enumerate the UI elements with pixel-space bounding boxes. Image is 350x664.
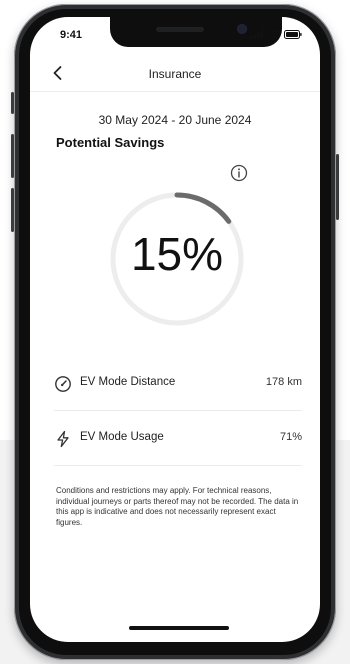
metric-row-ev-usage: EV Mode Usage 71% — [54, 422, 302, 456]
divider — [54, 410, 302, 411]
battery-icon — [284, 30, 302, 39]
section-title: Potential Savings — [56, 135, 165, 150]
metric-label: EV Mode Distance — [80, 376, 176, 388]
metric-value: 178 km — [265, 376, 302, 388]
page-title: Insurance — [148, 67, 202, 81]
wifi-icon — [268, 30, 280, 39]
home-indicator[interactable] — [129, 626, 229, 630]
disclaimer-text: Conditions and restrictions may apply. F… — [56, 486, 299, 527]
date-range: 30 May 2024 - 20 June 2024 — [98, 113, 252, 127]
app-screen: 9:41 Insurance 30 May 2024 - 20 June 202… — [30, 17, 320, 642]
metric-label: EV Mode Usage — [80, 431, 164, 443]
divider — [54, 465, 302, 466]
volume-up-button — [11, 134, 14, 178]
front-camera — [238, 25, 246, 33]
header-divider — [30, 91, 320, 92]
status-icons — [250, 30, 302, 39]
power-button — [336, 154, 339, 220]
status-time: 9:41 — [60, 29, 83, 41]
lightning-icon — [57, 430, 69, 448]
volume-down-button — [11, 188, 14, 232]
metric-value: 71% — [279, 431, 302, 443]
navigation-header: Insurance — [30, 61, 320, 89]
mute-switch — [11, 92, 14, 114]
cellular-signal-icon — [250, 30, 264, 39]
savings-percentage: 15% — [130, 228, 224, 280]
speaker-grille — [156, 27, 204, 32]
info-icon[interactable] — [230, 164, 248, 182]
metric-row-ev-distance: EV Mode Distance 178 km — [54, 367, 302, 401]
gauge-icon — [55, 376, 71, 392]
